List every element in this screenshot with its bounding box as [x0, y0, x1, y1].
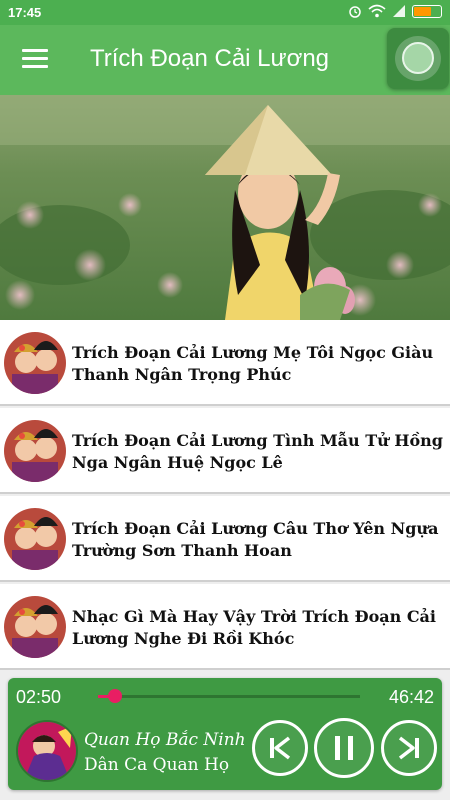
status-icons	[348, 4, 442, 18]
cai-luong-thumbnail	[4, 332, 66, 394]
status-time: 17:45	[8, 5, 42, 20]
song-list-item[interactable]: Trích Đoạn Cải Lương Mẹ Tôi Ngọc Giàu Th…	[0, 320, 450, 406]
song-list-item[interactable]: Trích Đoạn Cải Lương Câu Thơ Yên Ngựa Tr…	[0, 496, 450, 582]
skip-next-icon	[398, 736, 419, 760]
status-bar: 17:45	[0, 0, 450, 25]
hero-banner-image	[0, 95, 450, 320]
wifi-icon	[368, 4, 386, 18]
track-title: Quan Họ Bắc Ninh	[84, 730, 246, 750]
cai-luong-thumbnail	[4, 420, 66, 482]
song-title: Nhạc Gì Mà Hay Vậy Trời Trích Đoạn Cải L…	[72, 607, 436, 648]
page-title: Trích Đoạn Cải Lương	[90, 45, 330, 72]
cai-luong-thumbnail	[4, 596, 66, 658]
pause-button[interactable]	[314, 718, 374, 778]
seek-bar[interactable]	[98, 695, 360, 698]
song-list-item[interactable]: Nhạc Gì Mà Hay Vậy Trời Trích Đoạn Cải L…	[0, 584, 450, 670]
app-bar: Trích Đoạn Cải Lương	[0, 25, 450, 95]
song-title: Trích Đoạn Cải Lương Tình Mẫu Tử Hồng Ng…	[72, 431, 443, 472]
battery-level	[414, 6, 431, 16]
song-title: Trích Đoạn Cải Lương Câu Thơ Yên Ngựa Tr…	[72, 519, 439, 560]
song-title: Trích Đoạn Cải Lương Mẹ Tôi Ngọc Giàu Th…	[72, 343, 434, 384]
hamburger-menu-icon[interactable]	[22, 49, 48, 69]
song-list-item[interactable]: Trích Đoạn Cải Lương Tình Mẫu Tử Hồng Ng…	[0, 408, 450, 494]
total-time: 46:42	[388, 687, 434, 707]
pause-icon	[335, 736, 353, 760]
track-artist: Dân Ca Quan Họ	[84, 755, 230, 775]
floating-bubble-button[interactable]	[387, 28, 449, 89]
seek-thumb[interactable]	[108, 689, 123, 703]
cai-luong-thumbnail	[4, 508, 66, 570]
album-art	[16, 720, 78, 782]
mini-player: 02:50 46:42 Quan Họ Bắc Ninh Dân Ca Quan…	[8, 678, 442, 790]
next-button[interactable]	[381, 720, 437, 776]
current-time: 02:50	[16, 687, 62, 707]
alarm-icon	[349, 6, 361, 18]
song-list: Trích Đoạn Cải Lương Mẹ Tôi Ngọc Giàu Th…	[0, 320, 450, 672]
skip-previous-icon	[270, 736, 291, 760]
signal-icon	[393, 5, 405, 17]
app-screen: 17:45 Trích Đoạn Cải Lương Trích Đoạn Cả…	[0, 0, 450, 800]
previous-button[interactable]	[252, 720, 308, 776]
battery-icon	[412, 4, 442, 18]
